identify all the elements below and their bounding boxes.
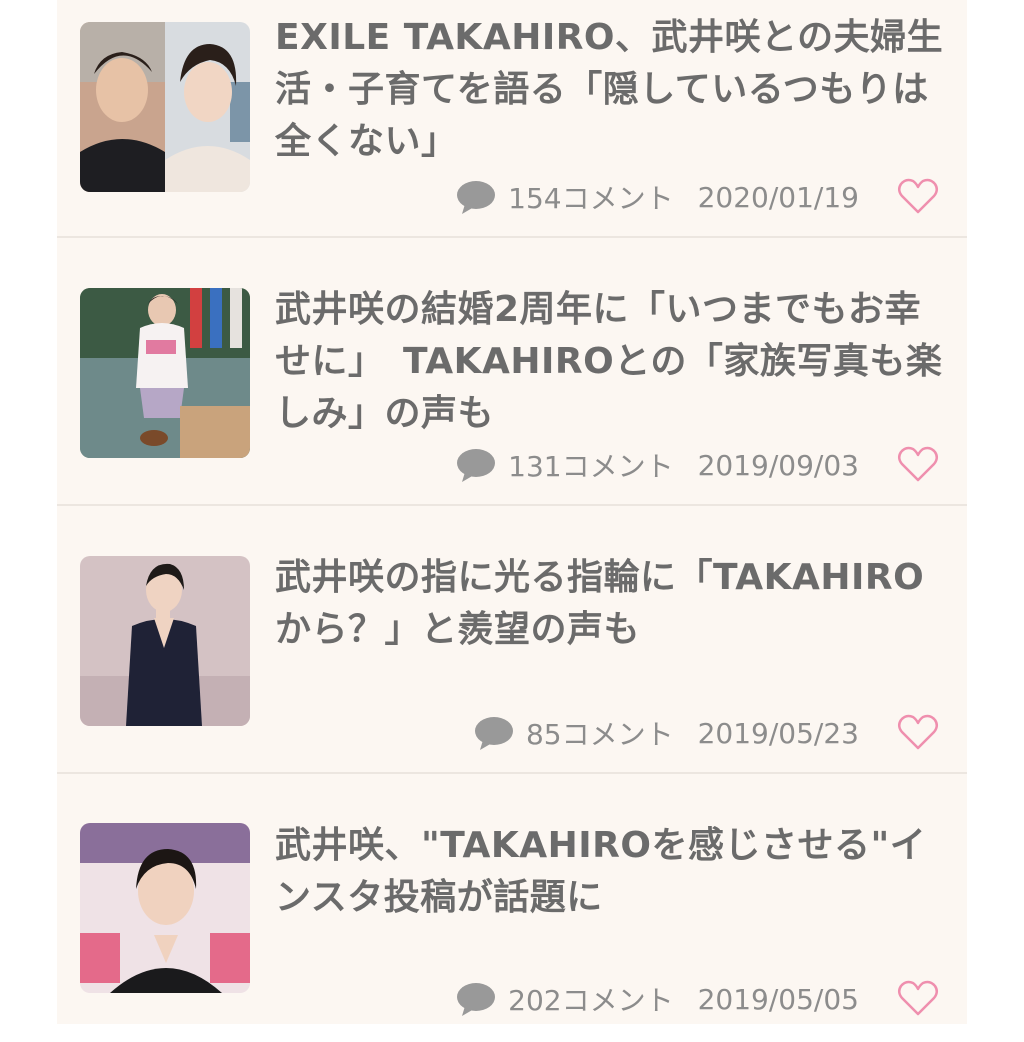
article-thumbnail[interactable] bbox=[80, 288, 250, 458]
article-thumbnail[interactable] bbox=[80, 823, 250, 993]
comment-count[interactable]: 85コメント bbox=[526, 713, 674, 753]
speech-bubble-icon bbox=[457, 181, 496, 214]
comment-count[interactable]: 154コメント bbox=[508, 177, 673, 217]
speech-bubble-icon bbox=[474, 717, 513, 750]
article-date: 2019/05/23 bbox=[697, 716, 859, 750]
heart-outline-icon[interactable] bbox=[897, 178, 939, 216]
article-list: EXILE TAKAHIRO、武井咲との夫婦生活・子育てを語る「隠しているつもり… bbox=[57, 0, 967, 1024]
list-item[interactable]: 武井咲、"TAKAHIROを感じさせる"インスタ投稿が話題に 202コメント 2… bbox=[57, 776, 967, 1042]
garden-photo bbox=[80, 288, 250, 458]
heart-outline-icon[interactable] bbox=[897, 714, 939, 752]
list-item[interactable]: 武井咲の結婚2周年に「いつまでもお幸せに」 TAKAHIROとの「家族写真も楽し… bbox=[57, 240, 967, 506]
article-thumbnail[interactable] bbox=[80, 556, 250, 726]
article-date: 2019/05/05 bbox=[697, 982, 859, 1016]
article-date: 2020/01/19 bbox=[697, 180, 859, 214]
article-meta: 131コメント 2019/09/03 bbox=[456, 445, 939, 485]
list-item[interactable]: 武井咲の指に光る指輪に「TAKAHIROから？」と羨望の声も 85コメント 20… bbox=[57, 508, 967, 774]
article-title[interactable]: 武井咲、"TAKAHIROを感じさせる"インスタ投稿が話題に bbox=[275, 820, 955, 924]
heart-outline-icon[interactable] bbox=[897, 446, 939, 484]
article-meta: 85コメント 2019/05/23 bbox=[474, 713, 939, 753]
event-photo bbox=[80, 823, 250, 993]
speech-bubble-icon bbox=[457, 449, 496, 482]
list-item[interactable]: EXILE TAKAHIRO、武井咲との夫婦生活・子育てを語る「隠しているつもり… bbox=[57, 0, 967, 238]
article-meta: 202コメント 2019/05/05 bbox=[456, 979, 939, 1019]
speech-bubble-icon bbox=[457, 983, 496, 1016]
article-title[interactable]: EXILE TAKAHIRO、武井咲との夫婦生活・子育てを語る「隠しているつもり… bbox=[275, 12, 955, 168]
article-thumbnail[interactable] bbox=[80, 22, 250, 192]
heart-outline-icon[interactable] bbox=[897, 980, 939, 1018]
two-person-photo bbox=[80, 22, 250, 192]
article-meta: 154コメント 2020/01/19 bbox=[456, 177, 939, 217]
portrait-photo bbox=[80, 556, 250, 726]
article-date: 2019/09/03 bbox=[697, 448, 859, 482]
comment-count[interactable]: 202コメント bbox=[508, 979, 673, 1019]
article-title[interactable]: 武井咲の指に光る指輪に「TAKAHIROから？」と羨望の声も bbox=[275, 552, 955, 656]
article-title[interactable]: 武井咲の結婚2周年に「いつまでもお幸せに」 TAKAHIROとの「家族写真も楽し… bbox=[275, 284, 955, 440]
comment-count[interactable]: 131コメント bbox=[508, 445, 673, 485]
